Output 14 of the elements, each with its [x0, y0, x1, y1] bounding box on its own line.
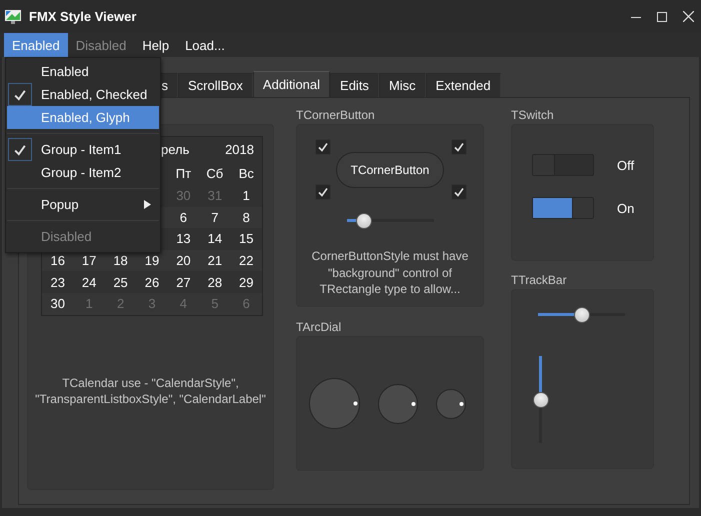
description-text: CornerButtonStyle must have "background" control of TRectangle type to allow...	[310, 248, 470, 298]
weekday-label: Пт	[174, 166, 192, 181]
group-title: TSwitch	[511, 107, 555, 124]
window-title: FMX Style Viewer	[29, 9, 138, 24]
switch-label: Off	[617, 158, 634, 172]
group-title: TTrackBar	[511, 272, 568, 289]
weekday-label: Вс	[238, 166, 255, 181]
group-title: TCornerButton	[296, 107, 376, 124]
weekday-label: Сб	[205, 166, 224, 181]
calendar-year: 2018	[225, 142, 254, 157]
group-title: TArcDial	[296, 319, 342, 336]
switch-label: On	[617, 200, 634, 216]
calendar-note: TCalendar use - "CalendarStyle", "TransparentListboxStyle", "CalendarLabel"	[34, 374, 267, 408]
calendar-month: рель	[161, 142, 190, 157]
